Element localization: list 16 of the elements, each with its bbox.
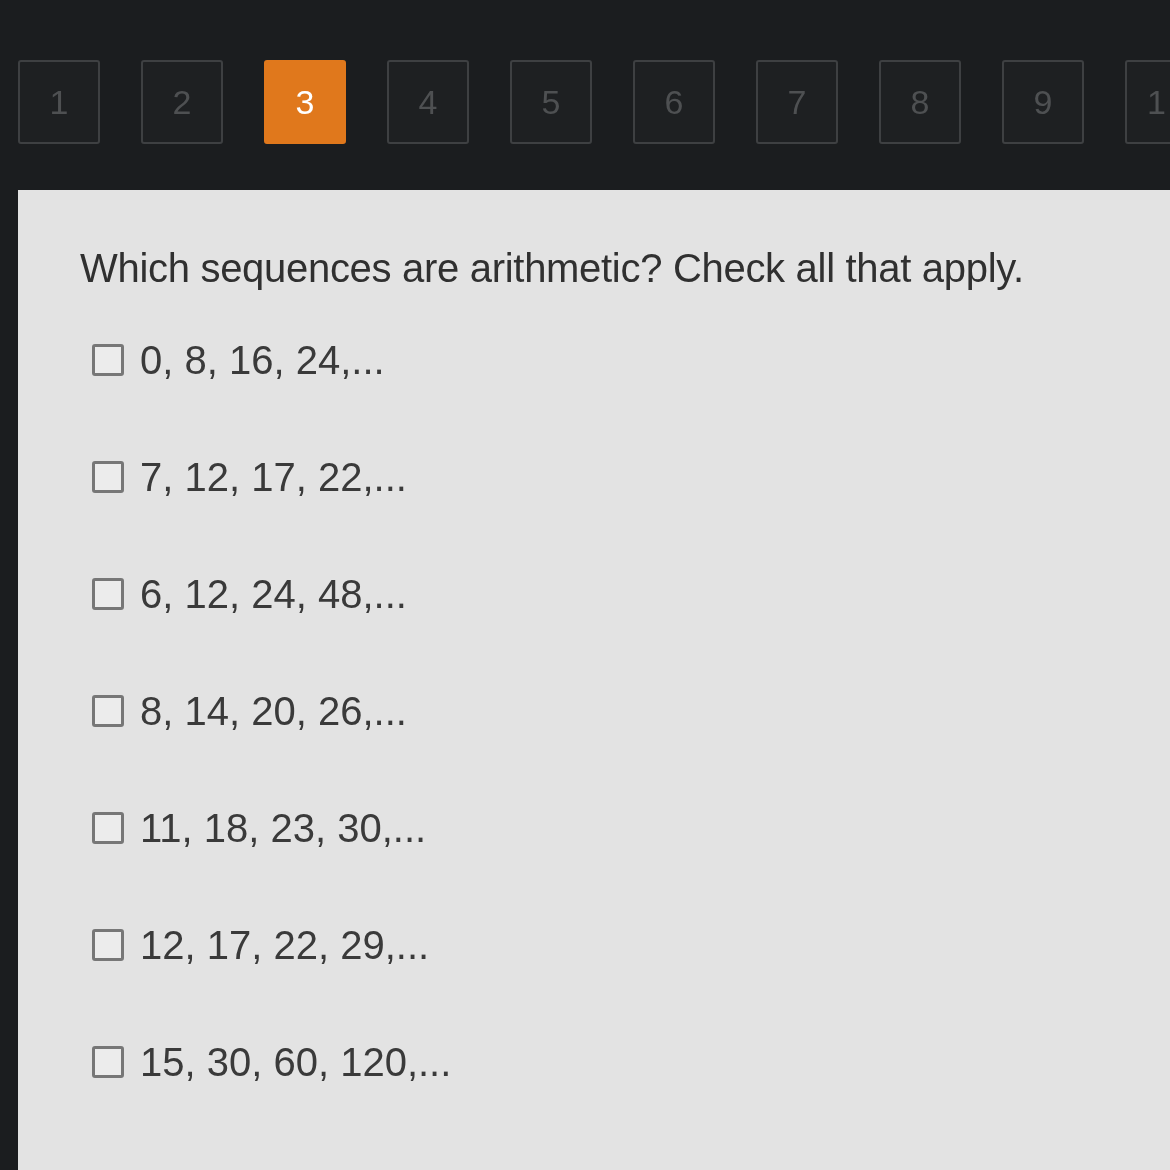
option-label[interactable]: 8, 14, 20, 26,... [140,689,407,733]
checkbox[interactable] [92,461,124,493]
question-prompt: Which sequences are arithmetic? Check all that apply. [80,245,1025,292]
option-label[interactable]: 12, 17, 22, 29,... [140,923,430,967]
checkbox[interactable] [92,344,124,376]
option-label[interactable]: 15, 30, 60, 120,... [140,1040,452,1084]
question-number-tab[interactable]: 3 [264,60,346,144]
option-label[interactable]: 6, 12, 24, 48,... [140,572,407,616]
checkbox[interactable] [92,929,124,961]
option-label[interactable]: 0, 8, 16, 24,... [140,338,385,382]
option-label[interactable]: 11, 18, 23, 30,... [140,806,427,850]
checkbox[interactable] [92,695,124,727]
checkbox[interactable] [92,578,124,610]
checkbox[interactable] [92,1046,124,1078]
option-label[interactable]: 7, 12, 17, 22,... [140,455,407,499]
checkbox[interactable] [92,812,124,844]
